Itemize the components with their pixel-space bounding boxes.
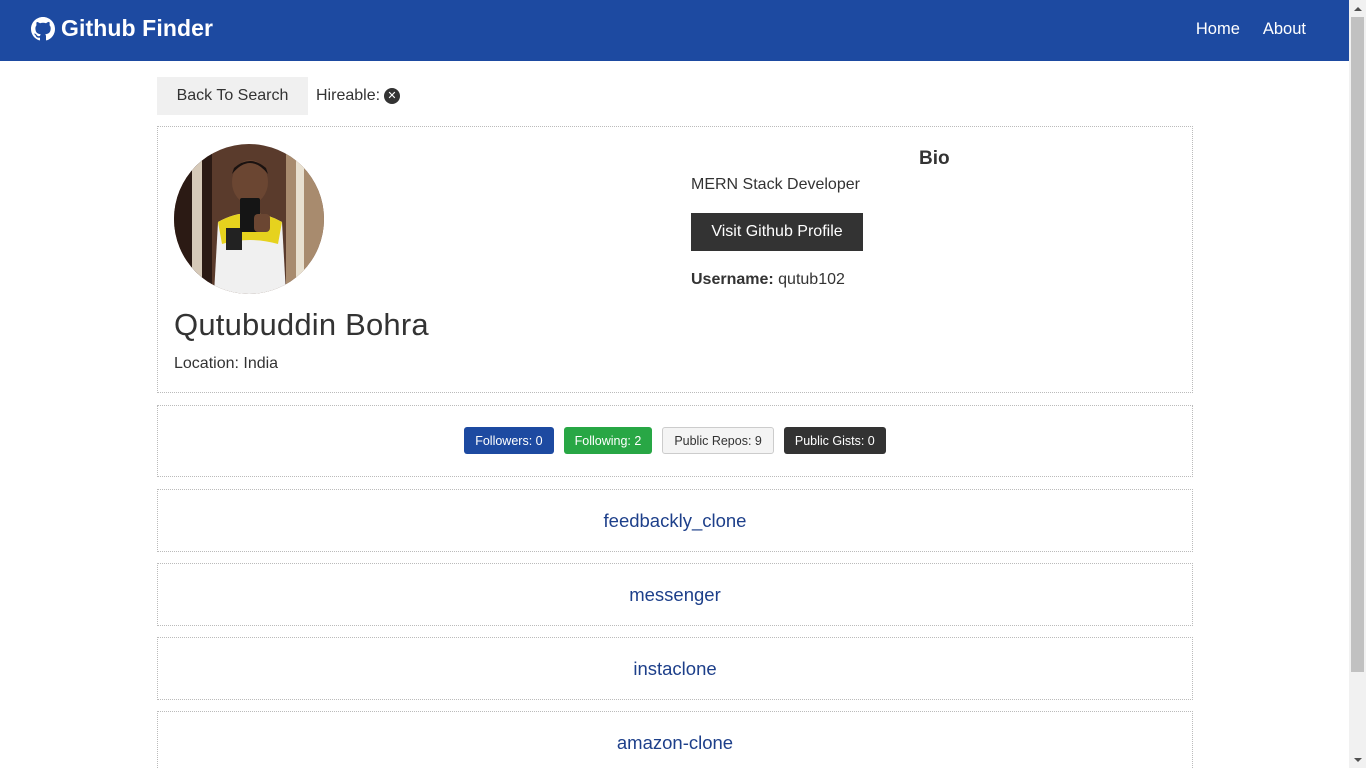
repo-card: amazon-clone [157,711,1193,768]
visit-github-profile-button[interactable]: Visit Github Profile [691,213,863,251]
scroll-up-button[interactable] [1349,0,1366,17]
repo-link[interactable]: messenger [629,584,721,606]
username-label: Username: [691,271,774,288]
nav-link-home[interactable]: Home [1196,20,1240,39]
bio-title: Bio [919,148,950,169]
followers-badge: Followers: 0 [464,427,554,454]
hireable-status: Hireable: ✕ [316,87,401,105]
arrow-up-icon [1353,6,1362,11]
x-circle-icon: ✕ [384,88,401,104]
user-name: Qutubuddin Bohra [174,307,429,342]
avatar [174,144,324,294]
navbar: Github Finder Home About [0,0,1349,61]
arrow-down-icon [1353,757,1362,762]
public-gists-badge: Public Gists: 0 [783,427,886,454]
following-badge: Following: 2 [563,427,653,454]
nav-link-about[interactable]: About [1263,20,1306,39]
scroll-thumb[interactable] [1351,17,1364,672]
repo-card: feedbackly_clone [157,489,1193,552]
repo-link[interactable]: instaclone [633,658,716,680]
username-value: qutub102 [778,271,845,288]
location: Location: India [174,355,279,372]
username: Username: qutub102 [691,271,845,289]
repo-link[interactable]: feedbackly_clone [604,510,747,532]
brand-title: Github Finder [61,15,214,41]
back-to-search-button[interactable]: Back To Search [157,77,308,115]
stats-badges: Followers: 0 Following: 2 Public Repos: … [158,427,1192,454]
bio-text: MERN Stack Developer [691,176,860,193]
nav-links: Home About [1196,20,1306,39]
scrollbar[interactable] [1349,0,1366,768]
repo-card: instaclone [157,637,1193,700]
stats-card: Followers: 0 Following: 2 Public Repos: … [157,405,1193,477]
github-icon [31,16,55,40]
scroll-down-button[interactable] [1349,751,1366,768]
repo-link[interactable]: amazon-clone [617,732,733,754]
brand[interactable]: Github Finder [31,15,213,42]
profile-card: Qutubuddin Bohra Location: India Bio MER… [157,126,1193,393]
hireable-label: Hireable: [316,87,381,104]
repo-card: messenger [157,563,1193,626]
public-repos-badge: Public Repos: 9 [662,427,774,454]
avatar-image [174,144,324,294]
